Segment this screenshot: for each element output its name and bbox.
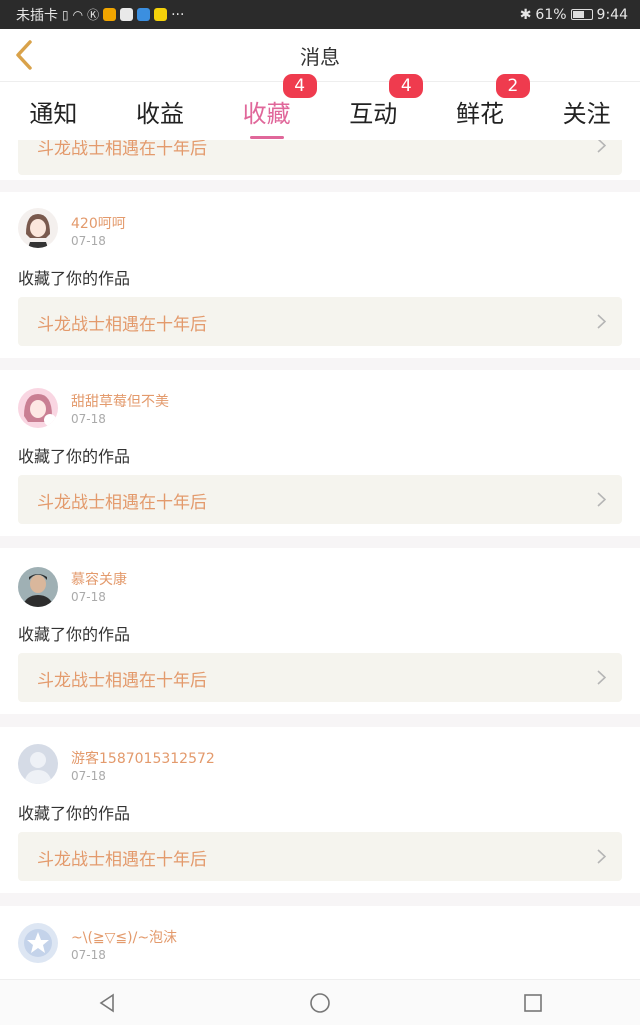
timestamp: 07-18 bbox=[71, 948, 106, 962]
list-item: 游客1587015312572 07-18 收藏了你的作品 斗龙战士相遇在十年后 bbox=[0, 727, 640, 893]
system-nav-bar bbox=[0, 979, 640, 1025]
work-title: 斗龙战士相遇在十年后 bbox=[37, 671, 207, 691]
chevron-right-icon bbox=[597, 849, 606, 864]
chevron-left-icon bbox=[16, 40, 32, 70]
bluetooth-icon: ✱ bbox=[519, 6, 532, 23]
recents-nav-button[interactable] bbox=[513, 983, 553, 1023]
app-notification-icon bbox=[103, 8, 117, 21]
avatar[interactable] bbox=[18, 208, 58, 248]
tab-label: 通知 bbox=[29, 100, 78, 128]
username[interactable]: 慕容关康 bbox=[71, 569, 127, 589]
username[interactable]: 420呵呵 bbox=[71, 213, 126, 233]
tab-bar: 通知 收益 收藏 4 互动 4 鲜花 2 关注 bbox=[0, 74, 640, 140]
username[interactable]: ~\(≧▽≦)/~泡沫 bbox=[71, 927, 177, 947]
work-link[interactable]: 斗龙战士相遇在十年后 bbox=[18, 653, 622, 702]
battery-icon bbox=[570, 9, 593, 20]
chevron-right-icon bbox=[597, 492, 606, 507]
default-person-avatar-icon bbox=[18, 744, 58, 784]
back-button[interactable] bbox=[8, 37, 40, 73]
pink-anime-avatar-icon bbox=[18, 388, 58, 428]
tab-label: 收藏 bbox=[242, 100, 291, 128]
tab-label: 收益 bbox=[135, 100, 184, 128]
username[interactable]: 游客1587015312572 bbox=[71, 748, 215, 768]
anime-girl-avatar-icon bbox=[18, 208, 58, 248]
list-item: 甜甜草莓但不美 07-18 收藏了你的作品 斗龙战士相遇在十年后 bbox=[0, 370, 640, 536]
tab-earnings[interactable]: 收益 bbox=[115, 82, 205, 129]
tab-flowers[interactable]: 鲜花 2 bbox=[435, 74, 530, 129]
tab-notice[interactable]: 通知 bbox=[8, 82, 98, 129]
clock: 9:44 bbox=[596, 6, 628, 23]
app-notification-icon bbox=[154, 8, 168, 21]
list-item: ~\(≧▽≦)/~泡沫 07-18 bbox=[0, 906, 640, 980]
unread-badge: 2 bbox=[495, 74, 530, 98]
tab-interaction[interactable]: 互动 4 bbox=[328, 74, 424, 129]
wifi-icon: ◠ bbox=[72, 7, 84, 22]
avatar[interactable] bbox=[18, 567, 58, 607]
status-bar: 未插卡 ▯ ◠ Ⓚ ··· ✱ 61% 9:44 bbox=[0, 0, 640, 29]
username[interactable]: 甜甜草莓但不美 bbox=[71, 391, 169, 411]
k-icon: Ⓚ bbox=[87, 8, 100, 22]
timestamp: 07-18 bbox=[71, 769, 106, 783]
work-title: 斗龙战士相遇在十年后 bbox=[37, 140, 207, 159]
action-text: 收藏了你的作品 bbox=[18, 625, 131, 644]
tab-follow[interactable]: 关注 bbox=[542, 82, 632, 129]
nav-bar: 消息 bbox=[0, 29, 640, 82]
carrier-text: 未插卡 bbox=[16, 7, 58, 24]
work-link[interactable]: 斗龙战士相遇在十年后 bbox=[18, 832, 622, 881]
circle-home-icon bbox=[310, 992, 330, 1013]
chevron-right-icon bbox=[597, 670, 606, 685]
square-recents-icon bbox=[524, 993, 543, 1012]
avatar[interactable] bbox=[18, 744, 58, 784]
list-item: 慕容关康 07-18 收藏了你的作品 斗龙战士相遇在十年后 bbox=[0, 548, 640, 714]
app-notification-icon bbox=[120, 8, 134, 21]
avatar[interactable] bbox=[18, 923, 58, 963]
avatar[interactable] bbox=[18, 388, 58, 428]
battery-percent: 61% bbox=[535, 6, 567, 23]
timestamp: 07-18 bbox=[71, 234, 106, 248]
more-notifications-icon: ··· bbox=[171, 6, 185, 23]
action-text: 收藏了你的作品 bbox=[18, 804, 131, 823]
work-title: 斗龙战士相遇在十年后 bbox=[37, 315, 207, 335]
work-link[interactable]: 斗龙战士相遇在十年后 bbox=[18, 475, 622, 524]
work-title: 斗龙战士相遇在十年后 bbox=[37, 850, 207, 870]
photo-avatar-icon bbox=[18, 567, 58, 607]
tab-label: 鲜花 bbox=[455, 100, 504, 128]
home-nav-button[interactable] bbox=[300, 983, 340, 1023]
tab-label: 关注 bbox=[562, 100, 611, 128]
back-nav-button[interactable] bbox=[87, 983, 127, 1023]
message-list[interactable]: 斗龙战士相遇在十年后 420呵呵 07-18 收藏了你的作品 斗龙战士相遇在十年… bbox=[0, 140, 640, 980]
app-notification-icon bbox=[137, 8, 151, 21]
triangle-back-icon bbox=[99, 993, 114, 1012]
unread-badge: 4 bbox=[389, 74, 424, 98]
timestamp: 07-18 bbox=[71, 412, 106, 426]
action-text: 收藏了你的作品 bbox=[18, 269, 131, 288]
list-item: 420呵呵 07-18 收藏了你的作品 斗龙战士相遇在十年后 bbox=[0, 192, 640, 358]
star-badge-avatar-icon bbox=[18, 923, 58, 963]
sim-icon: ▯ bbox=[62, 7, 69, 22]
tab-label: 互动 bbox=[349, 100, 398, 128]
timestamp: 07-18 bbox=[71, 590, 106, 604]
work-title: 斗龙战士相遇在十年后 bbox=[37, 493, 207, 513]
unread-badge: 4 bbox=[282, 74, 317, 98]
work-link[interactable]: 斗龙战士相遇在十年后 bbox=[18, 140, 622, 175]
page-title: 消息 bbox=[300, 44, 340, 69]
action-text: 收藏了你的作品 bbox=[18, 447, 131, 466]
active-tab-indicator bbox=[249, 136, 284, 139]
chevron-right-icon bbox=[597, 314, 606, 329]
work-link[interactable]: 斗龙战士相遇在十年后 bbox=[18, 297, 622, 346]
chevron-right-icon bbox=[597, 140, 606, 153]
tab-favorites[interactable]: 收藏 4 bbox=[222, 74, 317, 139]
list-item: 斗龙战士相遇在十年后 bbox=[0, 140, 640, 180]
